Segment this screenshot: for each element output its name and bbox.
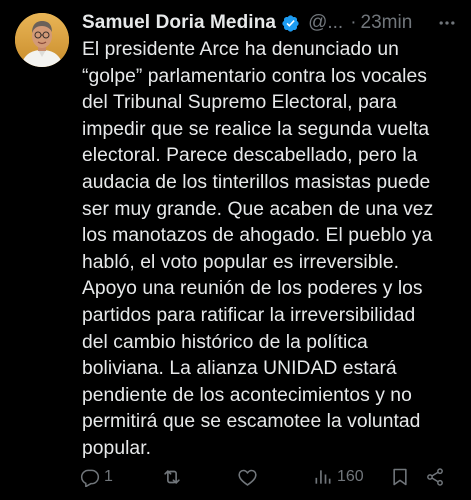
- bookmark-button[interactable]: [390, 462, 410, 492]
- more-options-icon[interactable]: [435, 11, 459, 35]
- reply-icon: [80, 469, 100, 487]
- author-handle[interactable]: @...: [308, 12, 343, 34]
- tweet[interactable]: Samuel Doria Medina @... · 23min El pres…: [0, 0, 471, 500]
- retweet-button[interactable]: [161, 462, 187, 492]
- author-name[interactable]: Samuel Doria Medina: [82, 12, 276, 34]
- retweet-icon: [164, 470, 180, 484]
- verified-badge-icon[interactable]: [281, 14, 300, 33]
- like-button[interactable]: [237, 462, 262, 492]
- reply-count: 1: [104, 468, 113, 485]
- tweet-timestamp[interactable]: 23min: [361, 12, 413, 34]
- views-count: 160: [337, 468, 364, 485]
- reply-button[interactable]: 1: [80, 462, 113, 492]
- tweet-text: El presidente Arce ha denunciado un “gol…: [82, 39, 434, 459]
- separator-dot: ·: [350, 12, 357, 33]
- tweet-header: Samuel Doria Medina @... · 23min: [82, 11, 463, 35]
- views-button[interactable]: 160: [313, 462, 364, 492]
- heart-icon: [238, 469, 257, 486]
- share-button[interactable]: [425, 462, 445, 492]
- profile-photo-icon: [15, 13, 69, 67]
- tweet-actions: 1 160: [80, 462, 460, 492]
- views-chart-icon: [315, 470, 331, 484]
- bookmark-icon: [393, 468, 407, 486]
- avatar[interactable]: [15, 13, 69, 67]
- share-icon: [427, 468, 443, 486]
